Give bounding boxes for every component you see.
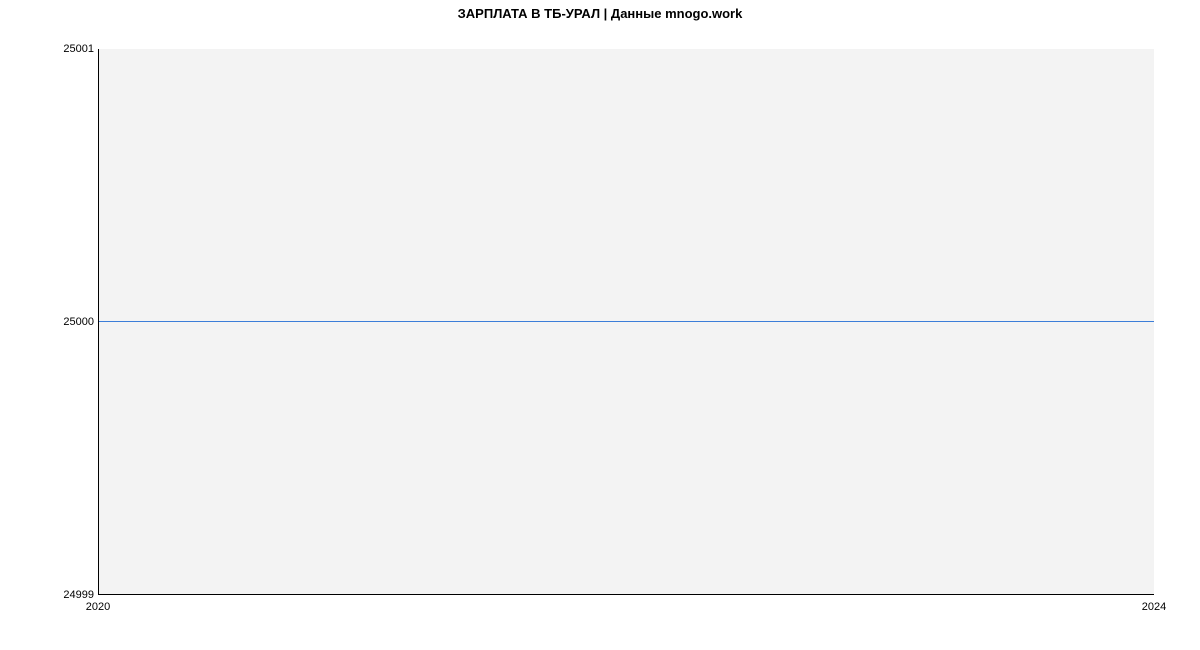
salary-line — [99, 321, 1154, 322]
chart-title: ЗАРПЛАТА В ТБ-УРАЛ | Данные mnogo.work — [0, 6, 1200, 21]
y-tick-bot: 24999 — [63, 589, 94, 601]
plot-area — [98, 49, 1154, 595]
y-tick-mid: 25000 — [63, 316, 94, 328]
x-tick-right: 2024 — [1142, 601, 1166, 613]
y-tick-top: 25001 — [63, 43, 94, 55]
x-tick-left: 2020 — [86, 601, 110, 613]
chart-container: ЗАРПЛАТА В ТБ-УРАЛ | Данные mnogo.work 2… — [0, 0, 1200, 650]
